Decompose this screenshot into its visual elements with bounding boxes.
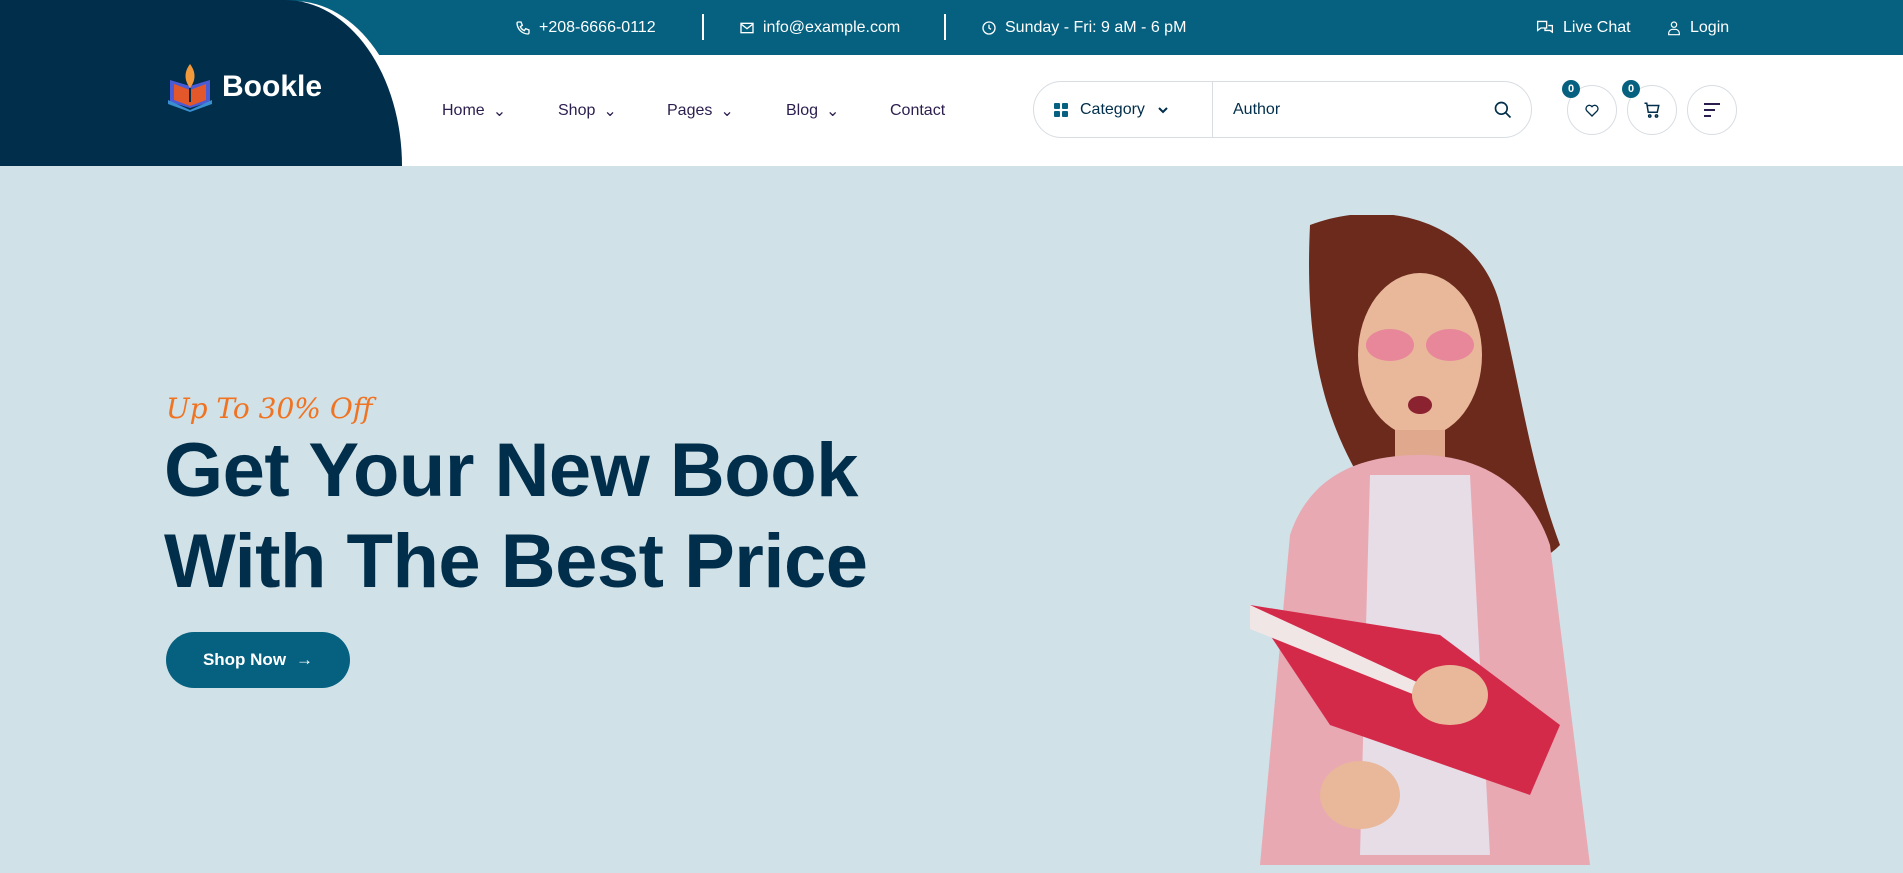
email-contact[interactable]: info@example.com <box>739 0 900 55</box>
phone-contact[interactable]: +208-6666-0112 <box>515 0 656 55</box>
main-nav: Home ⌄ Shop ⌄ Pages ⌄ Blog ⌄ Contact <box>442 55 945 166</box>
login-link[interactable]: Login <box>1666 0 1729 55</box>
opening-hours: Sunday - Fri: 9 aM - 6 pM <box>981 0 1186 55</box>
cart-count-badge: 0 <box>1622 80 1640 98</box>
mail-icon <box>740 22 754 33</box>
nav-item-contact[interactable]: Contact <box>890 102 945 120</box>
nav-label: Shop <box>558 101 596 119</box>
chevron-down-icon: ⌄ <box>492 102 507 120</box>
search-input[interactable] <box>1213 100 1493 119</box>
button-label: Shop Now <box>202 650 287 669</box>
nav-item-home[interactable]: Home ⌄ <box>442 101 552 121</box>
hero-tagline: Up To 30% Off <box>166 392 373 425</box>
nav-label: Contact <box>890 101 946 119</box>
login-label: Login <box>1690 18 1730 36</box>
live-chat-label: Live Chat <box>1563 18 1631 36</box>
nav-label: Pages <box>667 101 713 119</box>
chat-icon <box>1536 20 1554 33</box>
nav-item-pages[interactable]: Pages ⌄ <box>667 101 780 121</box>
brand-logo[interactable]: Bookle <box>166 62 322 112</box>
hero-title-line: Get Your New Book <box>164 428 858 513</box>
menu-button[interactable] <box>1687 85 1737 135</box>
category-select[interactable]: Category <box>1034 82 1213 137</box>
hero-title-line: With The Best Price <box>164 519 868 604</box>
live-chat-link[interactable]: Live Chat <box>1535 0 1631 55</box>
user-icon <box>1668 20 1680 35</box>
hero-title: Get Your New Book With The Best Price <box>164 425 868 607</box>
phone-icon <box>516 20 530 35</box>
brand-name: Bookle <box>222 70 323 103</box>
chevron-down-icon: ⌄ <box>720 102 734 120</box>
chevron-down-icon: ⌄ <box>603 102 617 120</box>
arrow-right-icon: → <box>296 650 314 669</box>
shop-now-button[interactable]: Shop Now → <box>166 632 350 688</box>
cart-icon <box>1644 102 1660 118</box>
hero-woman-reading-image <box>1250 215 1590 865</box>
clock-icon <box>982 20 996 35</box>
nav-label: Blog <box>786 101 819 119</box>
nav-item-blog[interactable]: Blog ⌄ <box>786 101 884 121</box>
phone-number: +208-6666-0112 <box>539 18 656 36</box>
book-pen-logo-icon <box>168 64 212 112</box>
wishlist-count-badge: 0 <box>1562 80 1580 98</box>
divider <box>702 14 704 40</box>
grid-icon <box>1054 102 1068 117</box>
heart-icon <box>1585 104 1599 117</box>
menu-lines-icon <box>1704 103 1720 117</box>
logo-panel: Bookle <box>0 0 402 166</box>
search-bar: Category <box>1033 81 1532 138</box>
chevron-down-icon <box>1158 106 1168 113</box>
divider <box>944 14 946 40</box>
hours-text: Sunday - Fri: 9 aM - 6 pM <box>1005 18 1187 36</box>
wishlist-button[interactable]: 0 <box>1562 80 1617 135</box>
category-label: Category <box>1080 100 1145 118</box>
chevron-down-icon: ⌄ <box>826 102 840 120</box>
email-address: info@example.com <box>763 18 901 36</box>
search-icon[interactable] <box>1493 100 1513 120</box>
nav-label: Home <box>442 101 485 119</box>
cart-button[interactable]: 0 <box>1622 80 1677 135</box>
nav-item-shop[interactable]: Shop ⌄ <box>558 101 661 121</box>
